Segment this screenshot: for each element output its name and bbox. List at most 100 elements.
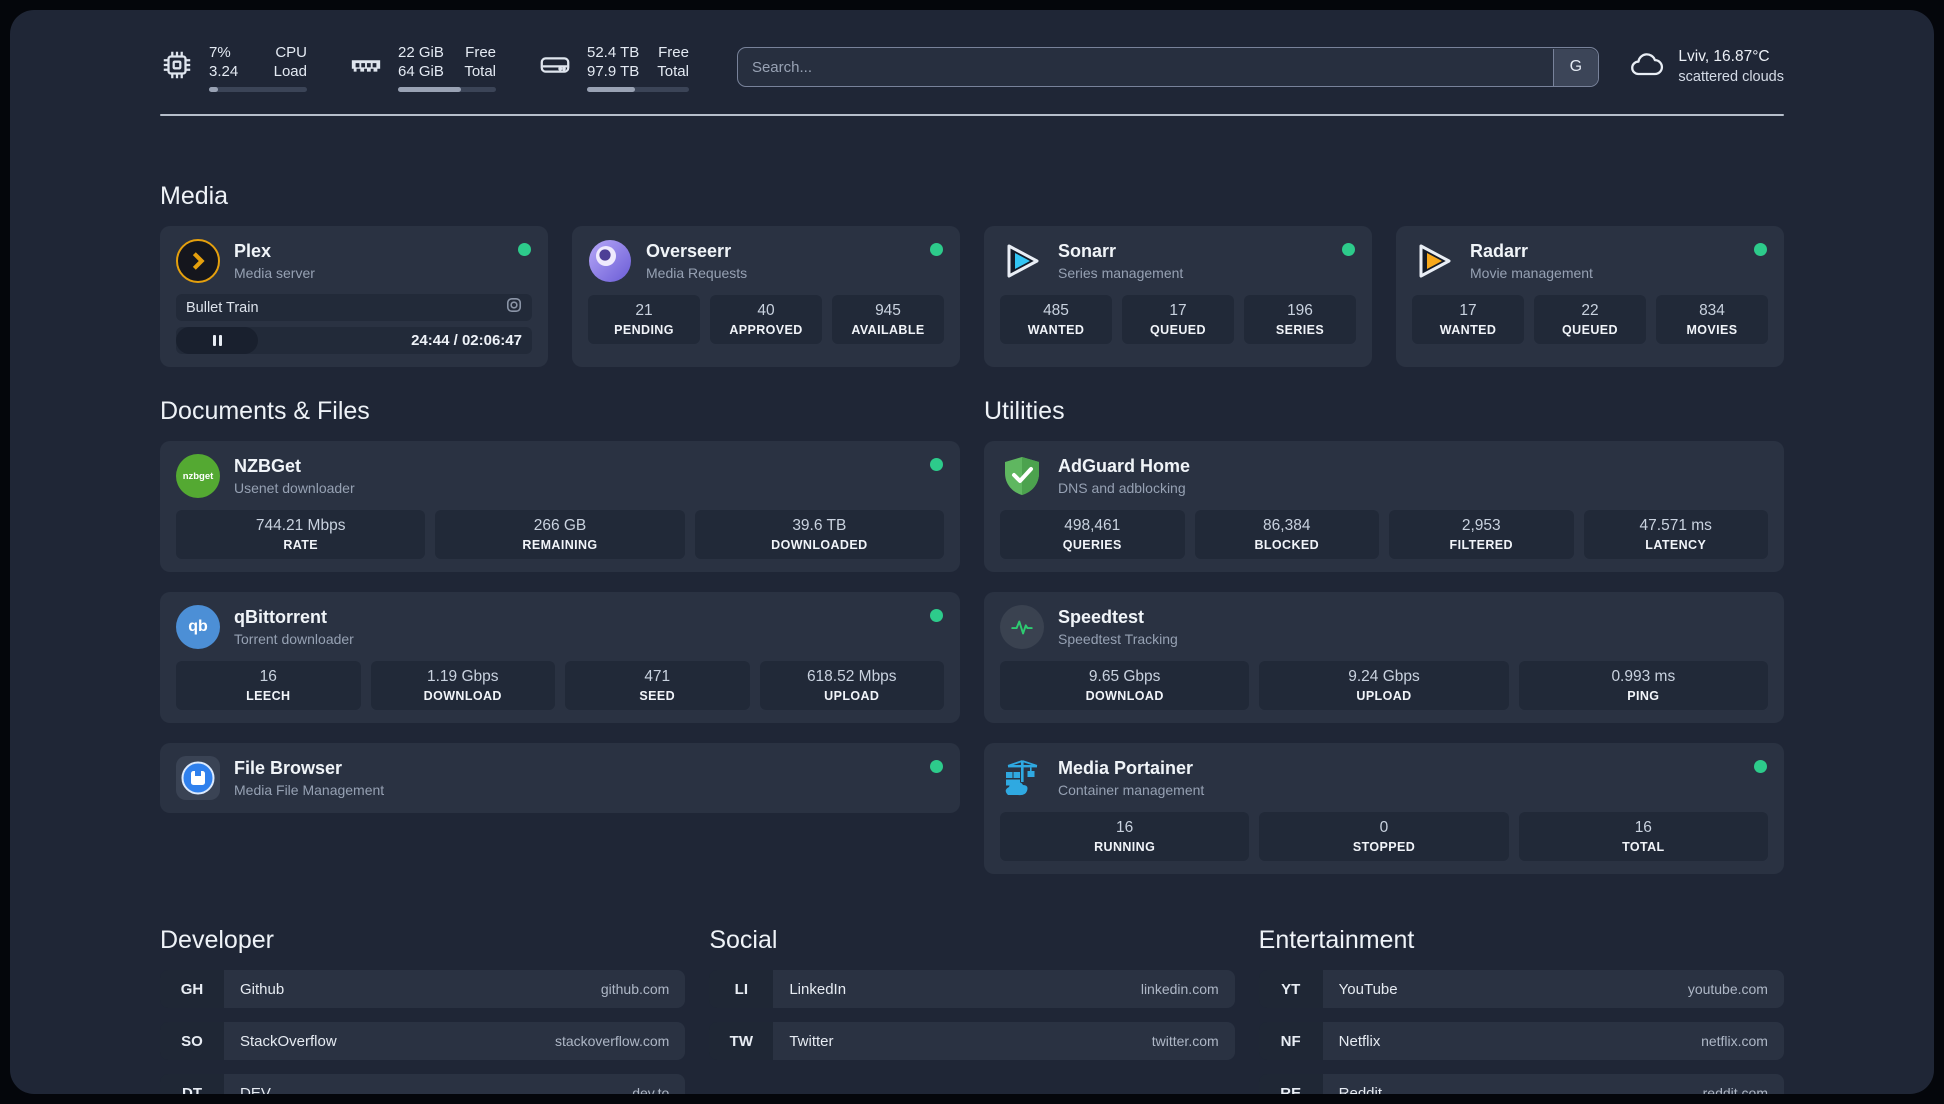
now-playing-row: Bullet Train: [176, 294, 532, 321]
bookmark-twitter[interactable]: TW Twitter twitter.com: [709, 1022, 1235, 1060]
cpu-percent: 7%: [209, 43, 231, 61]
stat-tile: 22 QUEUED: [1534, 295, 1646, 344]
bookmark-name: YouTube: [1338, 980, 1398, 998]
stat-value: 0.993 ms: [1611, 668, 1676, 685]
stat-tile: 196 SERIES: [1244, 295, 1356, 344]
cpu-load-value: 3.24: [209, 63, 239, 80]
stat-label: MOVIES: [1686, 323, 1738, 337]
stat-label: UPLOAD: [824, 689, 880, 703]
pause-button[interactable]: [176, 327, 258, 354]
stat-label: RUNNING: [1094, 840, 1156, 854]
cpu-load-label: Load: [273, 63, 307, 80]
stat-label: WANTED: [1439, 323, 1497, 337]
app-card-adguard[interactable]: AdGuard Home DNS and adblocking 498,461 …: [984, 441, 1784, 572]
app-description: Media Requests: [646, 265, 748, 282]
app-description: Media File Management: [234, 782, 385, 799]
app-description: Usenet downloader: [234, 480, 355, 497]
qbittorrent-icon-text: qb: [188, 618, 208, 635]
player-controls-row: 24:44 / 02:06:47: [176, 327, 532, 354]
stat-tile: 40 APPROVED: [710, 295, 822, 344]
stat-tile: 86,384 BLOCKED: [1194, 510, 1379, 559]
stat-tile: 0 STOPPED: [1259, 812, 1509, 861]
bookmark-stackoverflow[interactable]: SO StackOverflow stackoverflow.com: [160, 1022, 686, 1060]
weather-location: Lviv, 16.87°C: [1678, 47, 1770, 65]
stat-label: PING: [1627, 689, 1660, 703]
app-description: Media server: [234, 265, 315, 282]
stat-value: 485: [1043, 302, 1069, 319]
app-card-radarr[interactable]: Radarr Movie management 17 WANTED 22 QUE…: [1396, 226, 1784, 367]
bookmark-youtube[interactable]: YT YouTube youtube.com: [1258, 970, 1784, 1008]
section-title-entertainment: Entertainment: [1258, 926, 1415, 954]
stat-value: 498,461: [1064, 517, 1121, 534]
dashboard: 7% 3.24 CPU Load 22 GiB 64 GiB Free Tota…: [10, 10, 1934, 1094]
app-description: DNS and adblocking: [1058, 480, 1186, 497]
stat-tile: 9.24 Gbps UPLOAD: [1259, 661, 1509, 710]
bookmark-group-social: Social LI LinkedIn linkedin.com TW Twitt…: [709, 926, 1235, 1094]
bookmark-name: LinkedIn: [789, 980, 847, 998]
status-dot: [1754, 760, 1767, 773]
disk-free-label: Free: [658, 43, 689, 61]
stat-label: AVAILABLE: [851, 323, 925, 337]
bookmark-linkedin[interactable]: LI LinkedIn linkedin.com: [709, 970, 1235, 1008]
bookmark-reddit[interactable]: RE Reddit reddit.com: [1258, 1074, 1784, 1095]
bookmark-github[interactable]: GH Github github.com: [160, 970, 686, 1008]
stat-label: LATENCY: [1645, 538, 1707, 552]
bookmark-name: Github: [240, 980, 285, 998]
bookmark-group-developer: Developer GH Github github.com SO StackO…: [160, 926, 686, 1094]
memory-free-value: 22 GiB: [398, 43, 444, 61]
section-title-media: Media: [160, 182, 229, 210]
bookmark-name: Reddit: [1338, 1084, 1383, 1095]
stat-label: UPLOAD: [1356, 689, 1412, 703]
stat-value: 86,384: [1263, 517, 1311, 534]
portainer-icon: [1000, 756, 1044, 800]
app-card-portainer[interactable]: Media Portainer Container management 16 …: [984, 743, 1784, 874]
search-bar: G: [736, 47, 1600, 87]
bookmark-name: Twitter: [789, 1032, 834, 1050]
app-card-sonarr[interactable]: Sonarr Series management 485 WANTED 17 Q…: [984, 226, 1372, 367]
stat-tile: 17 WANTED: [1412, 295, 1524, 344]
search-input[interactable]: [736, 47, 1600, 87]
stat-tile: 9.65 Gbps DOWNLOAD: [1000, 661, 1250, 710]
app-card-plex[interactable]: Plex Media server Bullet Train 24:44 / 0…: [160, 226, 548, 367]
bookmark-url: twitter.com: [1151, 1033, 1219, 1049]
bookmark-abbr: RE: [1258, 1074, 1323, 1094]
sonarr-icon: [1000, 239, 1044, 283]
stat-value: 47.571 ms: [1639, 517, 1712, 534]
stat-label: STOPPED: [1352, 840, 1416, 854]
bookmark-netflix[interactable]: NF Netflix netflix.com: [1258, 1022, 1784, 1060]
app-card-filebrowser[interactable]: File Browser Media File Management: [160, 743, 960, 813]
bookmark-name: Netflix: [1338, 1032, 1381, 1050]
stat-value: 618.52 Mbps: [806, 668, 897, 685]
memory-progress-bar: [398, 86, 496, 92]
app-card-speedtest[interactable]: Speedtest Speedtest Tracking 9.65 Gbps D…: [984, 592, 1784, 723]
stat-label: WANTED: [1027, 323, 1085, 337]
stat-tile: 834 MOVIES: [1656, 295, 1768, 344]
bookmark-url: linkedin.com: [1140, 981, 1219, 997]
bookmark-dev[interactable]: DT DEV dev.to: [160, 1074, 686, 1094]
stat-tile: 39.6 TB DOWNLOADED: [694, 510, 944, 559]
memory-total-value: 64 GiB: [398, 63, 444, 80]
bookmark-url: github.com: [600, 981, 670, 997]
stat-tile: 945 AVAILABLE: [832, 295, 944, 344]
search-provider-button[interactable]: G: [1552, 48, 1598, 86]
status-dot: [930, 458, 943, 471]
weather-condition: scattered clouds: [1678, 68, 1784, 85]
app-card-nzbget[interactable]: nzbget NZBGet Usenet downloader 744.21 M…: [160, 441, 960, 572]
stat-value: 17: [1169, 302, 1187, 319]
stat-label: QUEUED: [1562, 323, 1618, 337]
bookmark-abbr: LI: [709, 970, 774, 1008]
disk-total-label: Total: [657, 63, 689, 80]
app-card-qbittorrent[interactable]: qb qBittorrent Torrent downloader 16 LEE…: [160, 592, 960, 723]
stat-label: SERIES: [1275, 323, 1325, 337]
stat-label: BLOCKED: [1254, 538, 1320, 552]
stat-value: 196: [1287, 302, 1313, 319]
app-name: NZBGet: [234, 455, 301, 476]
status-dot: [930, 243, 943, 256]
section-title-social: Social: [709, 926, 778, 954]
stat-value: 2,953: [1461, 517, 1501, 534]
cpu-progress-bar: [209, 86, 307, 92]
stat-label: DOWNLOAD: [423, 689, 502, 703]
app-card-overseerr[interactable]: Overseerr Media Requests 21 PENDING 40 A…: [572, 226, 960, 367]
stat-value: 16: [1116, 819, 1134, 836]
stat-value: 744.21 Mbps: [255, 517, 346, 534]
